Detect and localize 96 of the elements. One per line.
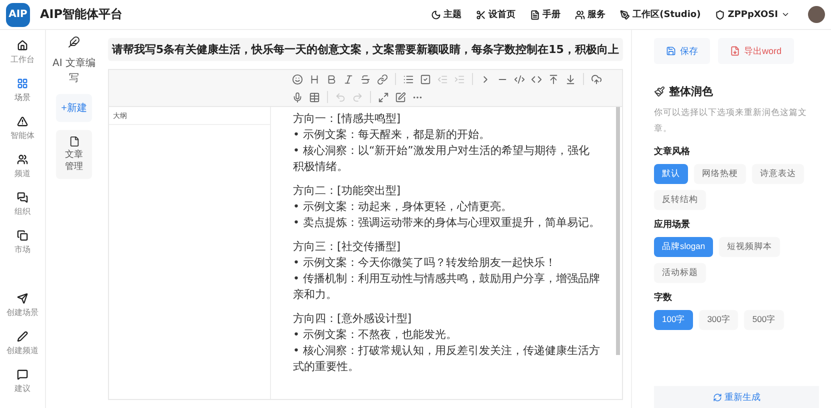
bullet-text: • 核心洞察：打破常规认知，用反差引发关注，传递健康生活方式的重要性。 [293, 343, 600, 375]
sidebar-action[interactable]: 创建频道 [6, 331, 38, 356]
option-chip[interactable]: 活动标题 [654, 263, 706, 283]
header-link[interactable]: 工作区(Studio) [620, 8, 701, 21]
sidebar-item[interactable]: 场景 [14, 78, 30, 103]
bullet-text: • 示例文案：每天醒来，都是新的开始。 [293, 127, 491, 143]
microphone-icon [292, 92, 303, 102]
bullet-text: • 示例文案：不熬夜，也能发光。 [293, 327, 458, 343]
edit-icon [395, 92, 406, 102]
refresh-icon [712, 392, 722, 402]
regenerate-button[interactable]: 重新生成 [654, 386, 819, 408]
bullet-text: • 示例文案：今天你微笑了吗？转发给朋友一起快乐！ [293, 255, 557, 271]
option-chip[interactable]: 默认 [654, 164, 688, 184]
warning-icon [17, 116, 28, 127]
document-icon [68, 136, 80, 147]
redo-icon [352, 92, 363, 102]
subnav-item[interactable]: 文章管理 [56, 130, 92, 179]
option-group-label: 文章风格 [654, 145, 691, 158]
document-icon [530, 10, 540, 20]
option-group-label: 应用场景 [654, 218, 691, 231]
section-title: AI 文章编写 [52, 56, 96, 86]
scrollbar[interactable] [616, 107, 620, 356]
option-chip[interactable]: 500字 [744, 310, 784, 330]
feather-icon [68, 36, 80, 48]
sidebar-action[interactable]: 创建场景 [6, 293, 38, 318]
code-block-icon [514, 74, 525, 84]
table-icon [309, 92, 320, 102]
link-icon [377, 74, 388, 84]
save-icon [666, 46, 676, 56]
option-chip[interactable]: 反转结构 [654, 190, 706, 210]
bullet-text: • 示例文案：动起来，身体更轻，心情更亮。 [293, 199, 513, 215]
outdent-icon [437, 74, 448, 84]
option-chip[interactable]: 品牌slogan [654, 237, 714, 257]
prompt-text: 请帮我写5条有关健康生活，快乐每一天的创意文案，文案需要新颖吸睛，每条字数控制在15，积极向上 [108, 38, 623, 61]
panel-description: 你可以选择以下选项来重新润色这篇文章。 [654, 107, 808, 136]
upload-icon [591, 74, 602, 84]
pen-icon [17, 331, 28, 342]
option-chip[interactable]: 网络热梗 [694, 164, 746, 184]
insert-before-icon [548, 74, 559, 84]
fullscreen-icon [378, 92, 389, 102]
sidebar-item[interactable]: 智能体 [10, 116, 34, 141]
users-icon [17, 154, 28, 165]
header-link[interactable]: 主题 [430, 8, 462, 21]
export-button[interactable]: 导出word [718, 38, 794, 64]
moon-icon [430, 10, 441, 20]
panel-heading: 整体润色 [669, 84, 713, 99]
sidebar-item[interactable]: 工作台 [10, 40, 34, 65]
section-heading: 方向一：[情感共鸣型] [293, 111, 402, 127]
sidebar-item[interactable]: 频道 [14, 154, 30, 179]
section-heading: 方向四：[意外感设计型] [293, 311, 413, 327]
option-chip[interactable]: 短视频脚本 [719, 237, 780, 257]
scissors-icon [476, 10, 486, 20]
option-chip[interactable]: 诗意表达 [752, 164, 804, 184]
user-avatar[interactable] [808, 6, 825, 23]
header-link[interactable]: 手册 [530, 8, 561, 21]
save-button[interactable]: 保存 [654, 38, 710, 64]
indent-icon [454, 74, 465, 84]
shield-icon [714, 10, 725, 20]
sidebar-item[interactable]: 组织 [14, 192, 30, 217]
bullet-text: • 卖点提炼：强调运动带来的身体与心理双重提升，简单易记。 [293, 215, 600, 231]
insert-after-icon [565, 74, 576, 84]
copy-icon [17, 230, 28, 241]
emoji-icon [292, 74, 303, 84]
chevron-down-icon [781, 10, 790, 19]
sidebar-action[interactable]: 建议 [14, 369, 30, 394]
header-link[interactable]: 服务 [574, 8, 606, 21]
home-icon [17, 40, 28, 51]
chat-bubbles-icon [17, 192, 28, 203]
list-icon [403, 74, 414, 84]
app-title: AIP智能体平台 [40, 6, 123, 23]
paper-plane-icon [17, 293, 28, 304]
bold-icon [326, 74, 337, 84]
users-icon [574, 10, 585, 20]
section-heading: 方向三：[社交传播型] [293, 239, 402, 255]
strikethrough-icon [360, 74, 371, 84]
option-chip[interactable]: 100字 [654, 310, 694, 330]
file-download-icon [730, 46, 740, 56]
paintbrush-icon [654, 86, 665, 97]
option-group-label: 字数 [654, 291, 673, 304]
checklist-icon [420, 74, 431, 84]
grid-icon [17, 78, 28, 89]
pen-icon [620, 10, 630, 20]
italic-icon [343, 74, 354, 84]
sidebar-item[interactable]: 市场 [14, 230, 30, 255]
section-heading: 方向二：[功能突出型] [293, 183, 402, 199]
header-link[interactable]: ZPPpXOSI [714, 10, 790, 20]
app-logo: AIP [6, 2, 30, 26]
bullet-text: • 核心洞察：以“新开始”激发用户对生活的希望与期待，强化积极情绪。 [293, 143, 590, 175]
header-link[interactable]: 设首页 [476, 8, 516, 21]
new-button[interactable]: +新建 [56, 94, 92, 122]
heading-icon [309, 74, 320, 84]
message-icon [17, 369, 28, 380]
inline-code-icon [531, 74, 542, 84]
bullet-text: • 传播机制：利用互动性与情感共鸣，鼓励用户分享，增强品牌亲和力。 [293, 271, 600, 303]
undo-icon [335, 92, 346, 102]
option-chip[interactable]: 300字 [699, 310, 738, 330]
